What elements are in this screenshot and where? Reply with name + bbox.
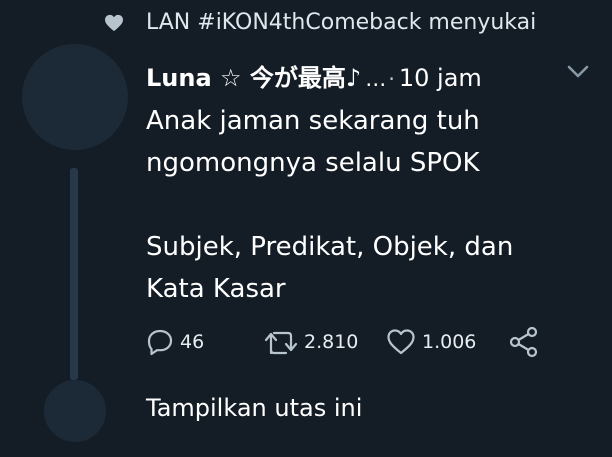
display-name[interactable]: Luna ☆ 今が最高♪ bbox=[146, 64, 361, 92]
reply-icon bbox=[147, 329, 173, 356]
like-icon bbox=[387, 329, 415, 355]
separator-dot: · bbox=[388, 67, 395, 91]
timestamp[interactable]: 10 jam bbox=[399, 64, 482, 92]
show-thread-link[interactable]: Tampilkan utas ini bbox=[146, 394, 362, 422]
like-count: 1.006 bbox=[422, 331, 477, 353]
retweet-button[interactable]: 2.810 bbox=[264, 322, 358, 362]
name-ellipsis: … bbox=[365, 67, 387, 91]
thread-line bbox=[70, 168, 78, 380]
reply-button[interactable]: 46 bbox=[146, 322, 204, 362]
thread-avatar[interactable] bbox=[44, 380, 106, 442]
tweet-text: Anak jaman sekarang tuh ngomongnya selal… bbox=[146, 106, 514, 304]
social-context[interactable]: LAN #iKON4thComeback menyukai bbox=[0, 6, 612, 38]
reply-count: 46 bbox=[180, 331, 205, 353]
timeline-tweet: LAN #iKON4thComeback menyukai Luna ☆ 今が最… bbox=[0, 0, 612, 457]
retweet-count: 2.810 bbox=[304, 331, 359, 353]
social-context-text: LAN #iKON4thComeback menyukai bbox=[146, 10, 537, 35]
like-button[interactable]: 1.006 bbox=[386, 322, 476, 362]
heart-icon bbox=[105, 14, 123, 32]
tweet-header: Luna ☆ 今が最高♪ …· 10 jam bbox=[146, 58, 482, 92]
avatar[interactable] bbox=[22, 44, 128, 150]
share-button[interactable] bbox=[508, 322, 540, 362]
share-icon bbox=[509, 326, 538, 358]
tweet-actions: 46 2.810 1.006 bbox=[146, 322, 566, 362]
retweet-icon bbox=[264, 331, 298, 355]
chevron-down-icon[interactable] bbox=[566, 64, 590, 80]
